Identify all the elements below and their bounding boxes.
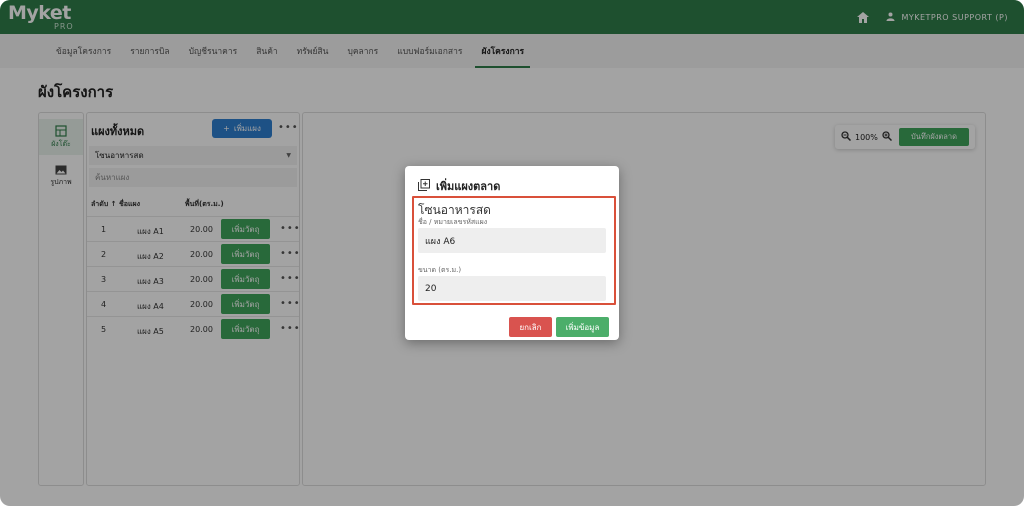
stall-size-label: ขนาด (ตร.ม.) [418, 266, 462, 274]
dialog-header: เพิ่มแผงตลาด [418, 177, 500, 195]
add-stall-dialog: เพิ่มแผงตลาด โซนอาหารสด ชื่อ / หมายเลขรห… [405, 166, 619, 340]
dialog-title: เพิ่มแผงตลาด [436, 180, 501, 193]
stall-name-label: ชื่อ / หมายเลขรหัสแผง [418, 218, 488, 226]
stall-size-field[interactable]: 20 [418, 276, 606, 301]
stall-name-field[interactable]: แผง A6 [418, 228, 606, 253]
submit-button[interactable]: เพิ่มข้อมูล [556, 317, 609, 337]
app-window: Myket PRO MYKETPRO SUPPORT (P) ข้อมูลโคร… [0, 0, 1024, 506]
cancel-button[interactable]: ยกเลิก [509, 317, 552, 337]
add-box-icon [418, 178, 430, 194]
